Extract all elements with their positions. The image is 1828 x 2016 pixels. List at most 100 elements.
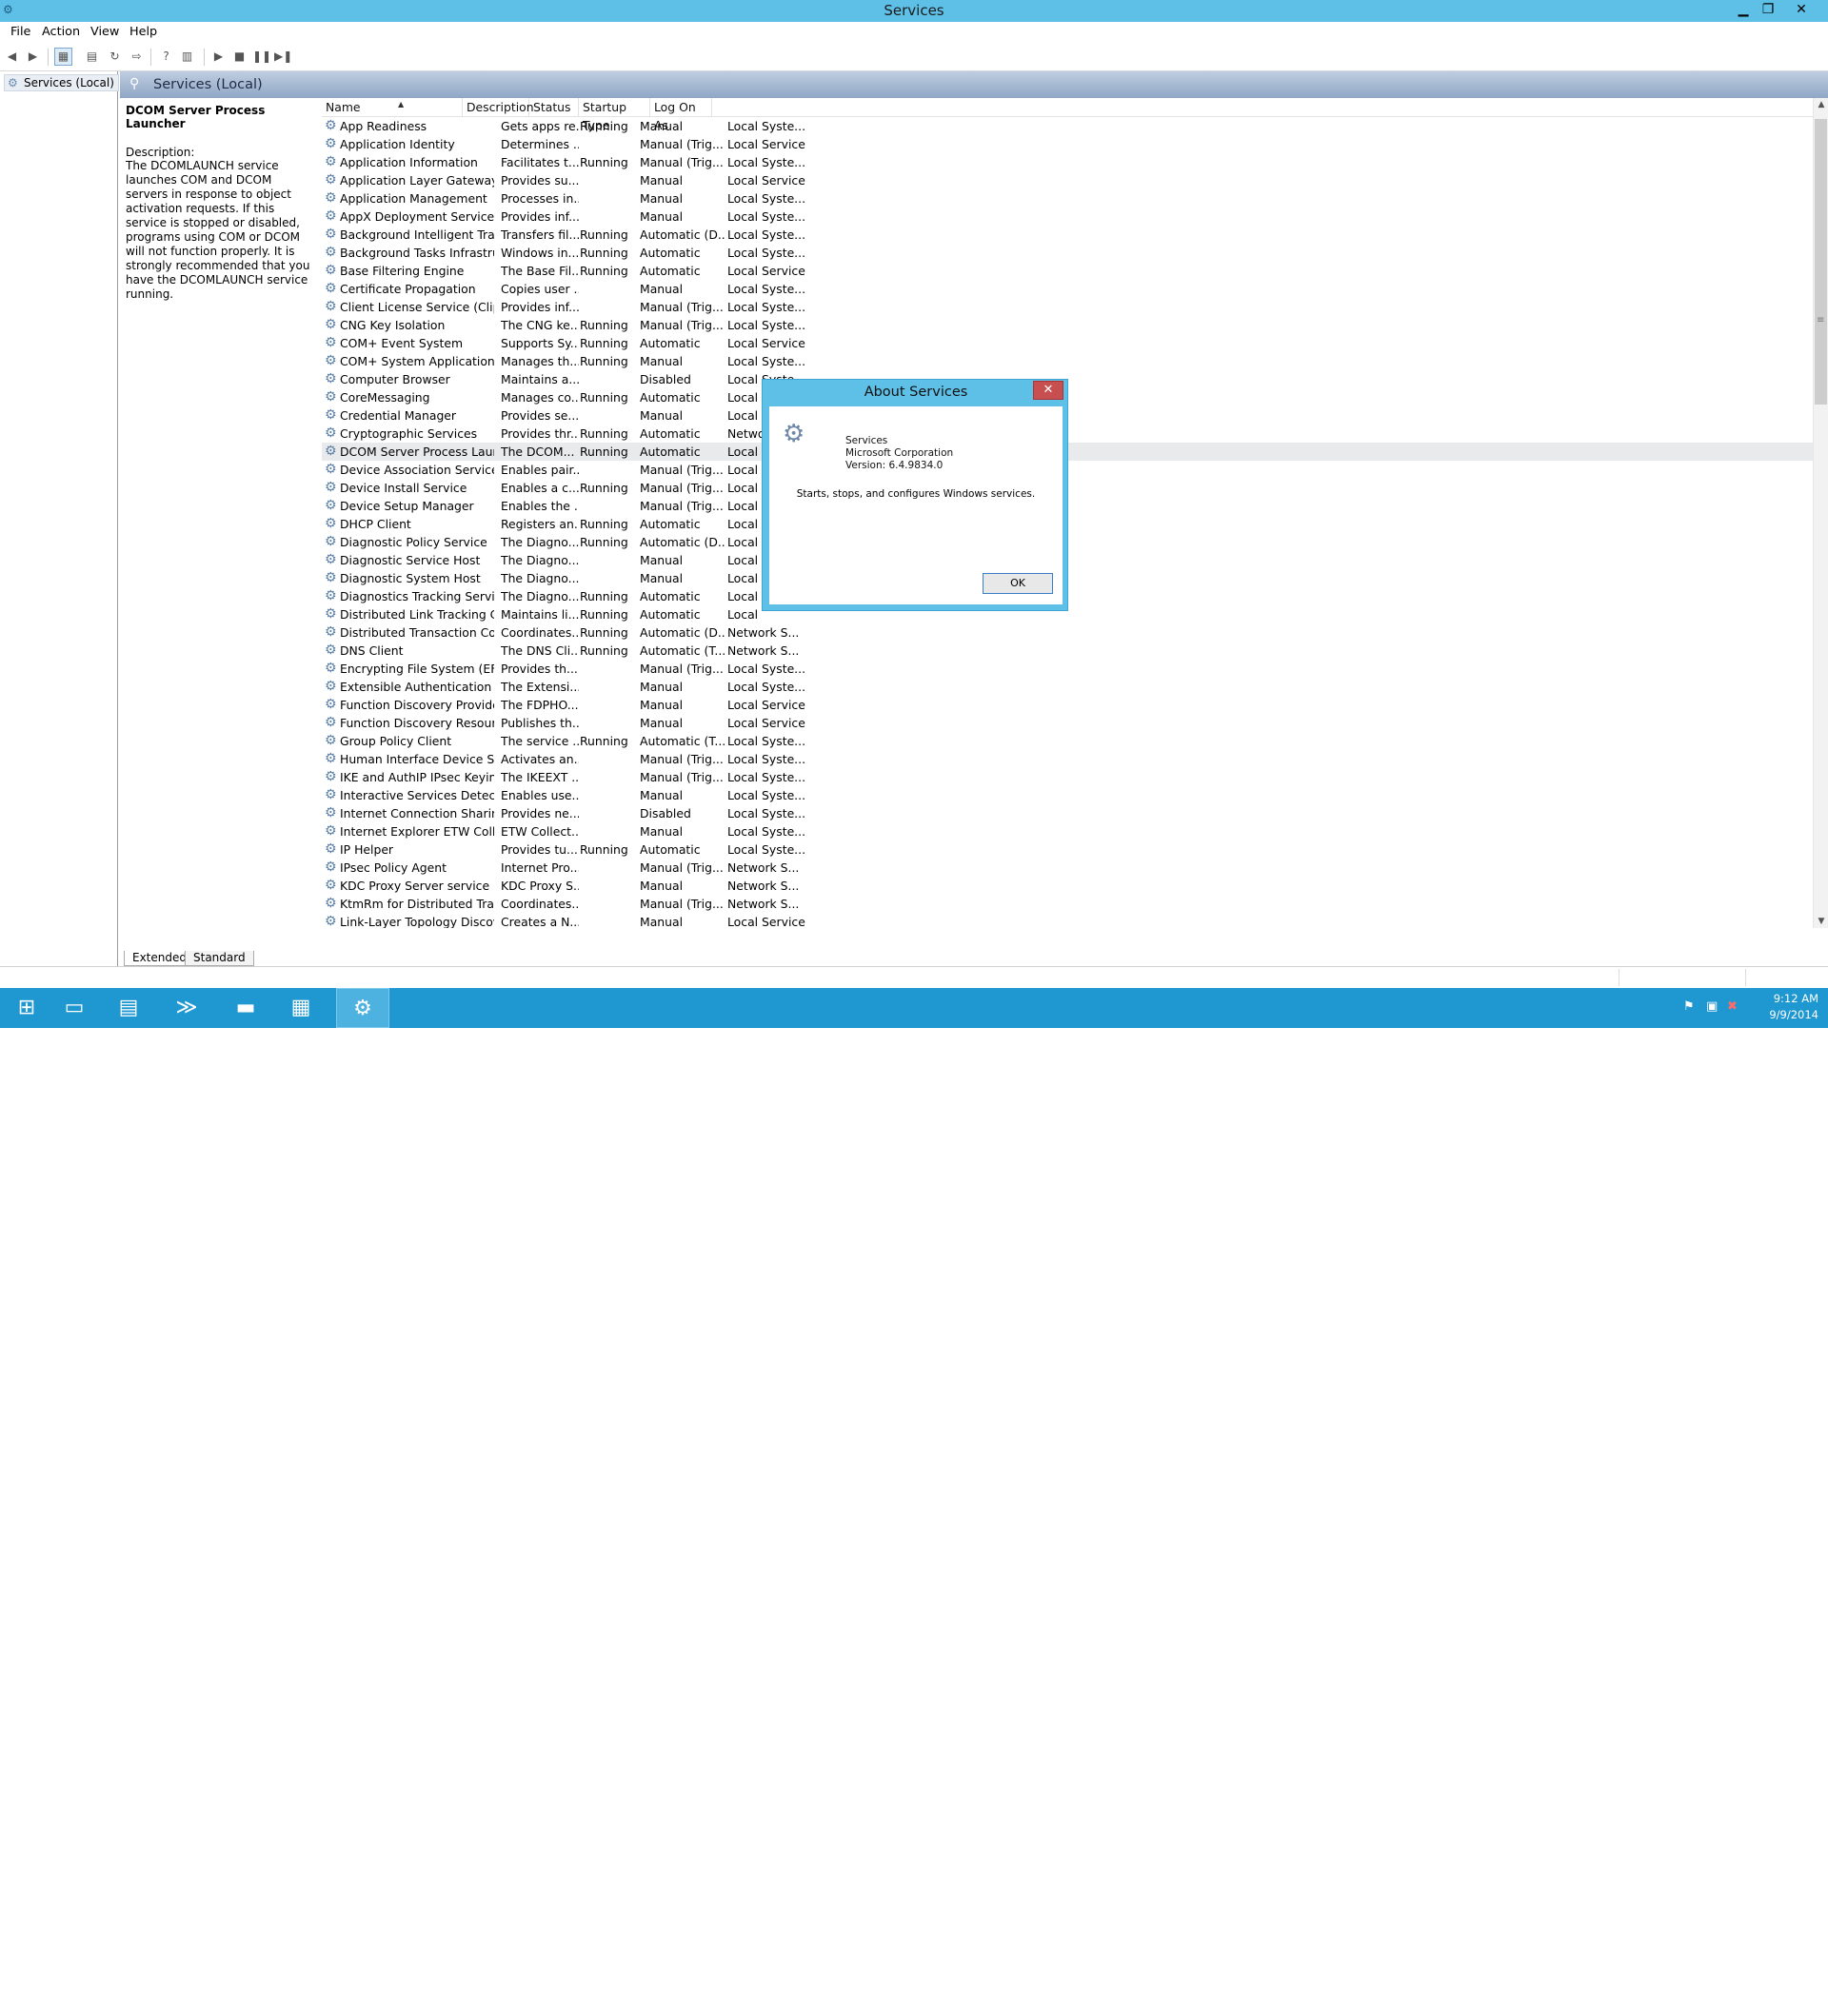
table-row[interactable]: ⚙Background Intelligent Tran... Transfers… — [322, 226, 1813, 244]
column-header-description[interactable]: Description — [463, 98, 534, 117]
start-windows-icon[interactable]: ⊞ — [0, 988, 53, 1028]
table-row[interactable]: ⚙ Internet Connection Sharin... Provides n… — [322, 804, 1813, 822]
menu-bar: File Action View Help — [0, 22, 1828, 43]
tab-standard[interactable]: Standard — [185, 951, 254, 966]
services-list: Name ▲ Description Status Startup Type L… — [322, 98, 1828, 928]
table-row[interactable]: ⚙ Background Tasks Infrastru... Windows in… — [322, 244, 1813, 262]
service-name: Internet Explorer ETW Colle... — [340, 824, 494, 839]
menu-action[interactable]: Action — [42, 25, 80, 39]
table-row[interactable]: ⚙ CNG Key Isolation The CNG ke... Running Ma… — [322, 316, 1813, 334]
table-row[interactable]: ⚙Distributed Transaction Coo... Coordinat… — [322, 623, 1813, 642]
action-pane-icon[interactable]: ▥ — [178, 48, 196, 66]
refresh-icon[interactable]: ↻ — [106, 48, 124, 66]
services-app-icon[interactable]: ⚙ — [336, 988, 389, 1028]
service-name: DCOM Server Process Laun... — [340, 445, 494, 459]
table-row[interactable]: ⚙Internet Explorer ETW Colle... ETW Colle… — [322, 822, 1813, 840]
table-row[interactable]: ⚙ App Readiness Gets apps re... Running Manu… — [322, 117, 1813, 135]
pause-service-icon[interactable]: ❚❚ — [251, 48, 271, 66]
column-header-name[interactable]: Name ▲ — [322, 98, 463, 117]
table-row[interactable]: ⚙ Application Identity Determines ... Manua… — [322, 135, 1813, 153]
service-startup-type: Manual — [640, 879, 684, 893]
stop-service-icon[interactable]: ■ — [230, 48, 248, 66]
service-log-on-as: Local Syste... — [727, 246, 806, 260]
service-gear-icon: ⚙ — [325, 896, 337, 911]
table-row[interactable]: ⚙ Link-Layer Topology Discov... Creates a … — [322, 913, 1813, 928]
vertical-scrollbar[interactable]: ▲ ≡ ▼ — [1813, 98, 1828, 928]
column-header-status[interactable]: Status — [529, 98, 579, 117]
table-row[interactable]: ⚙ COM+ System Application Manages th... Run… — [322, 352, 1813, 370]
table-row[interactable]: ⚙ Base Filtering Engine The Base Fil... Run… — [322, 262, 1813, 280]
table-row[interactable]: ⚙KDC Proxy Server service (K... KDC Proxy… — [322, 877, 1813, 895]
table-row[interactable]: ⚙ IPsec Policy Agent Internet Pro... Manual… — [322, 859, 1813, 877]
table-row[interactable]: ⚙Extensible Authentication P... The Exten… — [322, 678, 1813, 696]
table-row[interactable]: ⚙ COM+ Event System Supports Sy... Running A… — [322, 334, 1813, 352]
service-description: The CNG ke... — [501, 318, 579, 332]
scroll-down-icon[interactable]: ▼ — [1814, 917, 1828, 926]
show-console-tree-icon[interactable]: ▦ — [54, 48, 72, 66]
scrollbar-thumb[interactable] — [1815, 119, 1827, 405]
restore-button[interactable]: ❐ — [1756, 0, 1780, 19]
service-gear-icon: ⚙ — [325, 516, 337, 531]
back-arrow-icon[interactable]: ◀ — [3, 48, 21, 66]
column-header-log-on-as[interactable]: Log On As — [650, 98, 712, 132]
table-row[interactable]: ⚙ Application Information Facilitates t...… — [322, 153, 1813, 171]
scroll-up-icon[interactable]: ▲ — [1814, 100, 1828, 109]
table-row[interactable]: ⚙Human Interface Device Ser... Activates … — [322, 750, 1813, 768]
table-row[interactable]: ⚙ Function Discovery Provide... The FDPHO.… — [322, 696, 1813, 714]
table-row[interactable]: ⚙ Encrypting File System (EFS) Provides th… — [322, 660, 1813, 678]
menu-help[interactable]: Help — [129, 25, 157, 39]
table-row[interactable]: ⚙ DNS Client The DNS Cli... Running Automati… — [322, 642, 1813, 660]
table-row[interactable]: ⚙Client License Service (ClipS... Provide… — [322, 298, 1813, 316]
powershell-icon[interactable]: ≫ — [160, 988, 213, 1028]
task-view-icon[interactable]: ▭ — [48, 988, 101, 1028]
service-gear-icon: ⚙ — [325, 642, 337, 658]
start-service-icon[interactable]: ▶ — [209, 48, 228, 66]
service-gear-icon: ⚙ — [325, 606, 337, 622]
clock-time[interactable]: 9:12 AM — [1752, 992, 1818, 1005]
menu-view[interactable]: View — [90, 25, 119, 39]
service-log-on-as: Network S... — [727, 625, 800, 640]
flag-icon[interactable]: ⚑ — [1683, 999, 1695, 1014]
table-row[interactable]: ⚙Function Discovery Resourc... Publishes … — [322, 714, 1813, 732]
export-list-icon[interactable]: ⇨ — [128, 48, 146, 66]
help-icon[interactable]: ? — [157, 48, 175, 66]
console-tree: ⚙ Services (Local) — [0, 71, 119, 966]
server-manager-icon[interactable]: ▤ — [102, 988, 155, 1028]
column-header-startup-type[interactable]: Startup Type — [579, 98, 650, 132]
table-row[interactable]: ⚙Application Layer Gateway ... Provides s… — [322, 171, 1813, 189]
service-description: Coordinates... — [501, 897, 579, 911]
service-startup-type: Disabled — [640, 806, 691, 820]
close-button[interactable]: ✕ — [1789, 0, 1814, 19]
service-name: Client License Service (ClipS... — [340, 300, 494, 314]
table-row[interactable]: ⚙IKE and AuthIP IPsec Keying... The IKEEX… — [322, 768, 1813, 786]
table-row[interactable]: ⚙KtmRm for Distributed Tran... Coordinate… — [322, 895, 1813, 913]
table-row[interactable]: ⚙AppX Deployment Service (... Provides in… — [322, 208, 1813, 226]
service-description: Provides inf... — [501, 209, 579, 224]
table-row[interactable]: ⚙ Certificate Propagation Copies user ... M… — [322, 280, 1813, 298]
table-row[interactable]: ⚙ IP Helper Provides tu... Running Automatic… — [322, 840, 1813, 859]
minimize-button[interactable]: ▁ — [1731, 0, 1756, 19]
control-panel-icon[interactable]: ▦ — [274, 988, 328, 1028]
service-status: Running — [580, 625, 628, 640]
tree-node-services-local[interactable]: ⚙ Services (Local) — [4, 74, 119, 91]
service-description: Creates a N... — [501, 915, 579, 928]
service-name: Function Discovery Provide... — [340, 698, 494, 712]
table-row[interactable]: ⚙ Application Management Processes in... Ma… — [322, 189, 1813, 208]
properties-sheet-icon[interactable]: ▤ — [83, 48, 101, 66]
restart-service-icon[interactable]: ▶❚ — [273, 48, 292, 66]
clock-date[interactable]: 9/9/2014 — [1752, 1008, 1818, 1021]
service-name: Device Install Service — [340, 481, 467, 495]
table-row[interactable]: ⚙ Group Policy Client The service ... Runni… — [322, 732, 1813, 750]
file-explorer-icon[interactable]: ▬ — [219, 988, 272, 1028]
network-icon[interactable]: ▣ — [1706, 999, 1718, 1014]
service-gear-icon: ⚙ — [325, 227, 337, 242]
service-startup-type: Automatic — [640, 246, 701, 260]
forward-arrow-icon[interactable]: ▶ — [24, 48, 42, 66]
service-status: Running — [580, 643, 628, 658]
dialog-close-button[interactable]: ✕ — [1033, 381, 1063, 400]
ok-button[interactable]: OK — [983, 573, 1053, 594]
table-row[interactable]: ⚙Interactive Services Detection Enables u… — [322, 786, 1813, 804]
dialog-message: Starts, stops, and configures Windows se… — [796, 488, 1036, 500]
menu-file[interactable]: File — [10, 25, 30, 39]
volume-muted-icon[interactable]: ✖ — [1727, 999, 1738, 1014]
